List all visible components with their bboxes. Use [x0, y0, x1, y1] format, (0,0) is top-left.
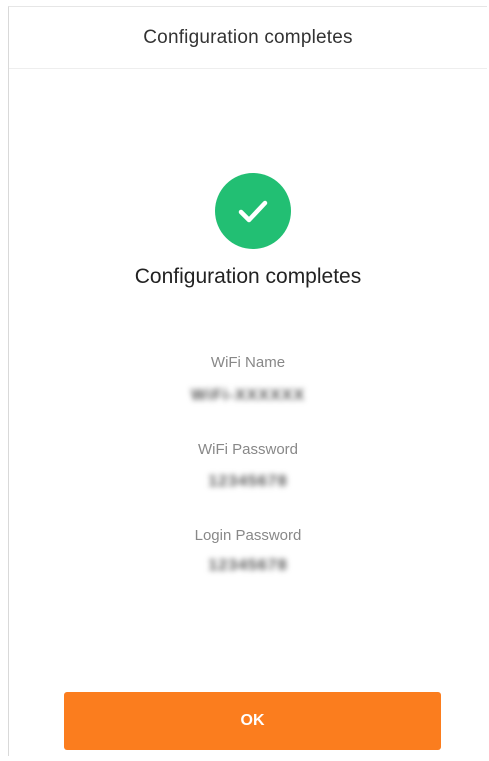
- wifi-name-label: WiFi Name: [210, 354, 286, 371]
- screen-frame: Configuration completes Configuration co…: [8, 6, 487, 756]
- wifi-password-value: 12345678: [208, 473, 288, 490]
- login-password-value: 12345678: [208, 557, 288, 574]
- login-password-label: Login Password: [194, 527, 302, 544]
- wifi-password-label: WiFi Password: [197, 441, 298, 458]
- page-title: Configuration completes: [143, 26, 353, 48]
- checkmark-icon: [238, 200, 268, 223]
- wifi-name-value: WiFi-XXXXXX: [191, 387, 305, 404]
- status-title: Configuration completes: [134, 265, 362, 288]
- ok-button[interactable]: OK: [64, 692, 441, 750]
- header-bar: Configuration completes: [9, 7, 487, 69]
- check-circle-icon: [215, 173, 291, 249]
